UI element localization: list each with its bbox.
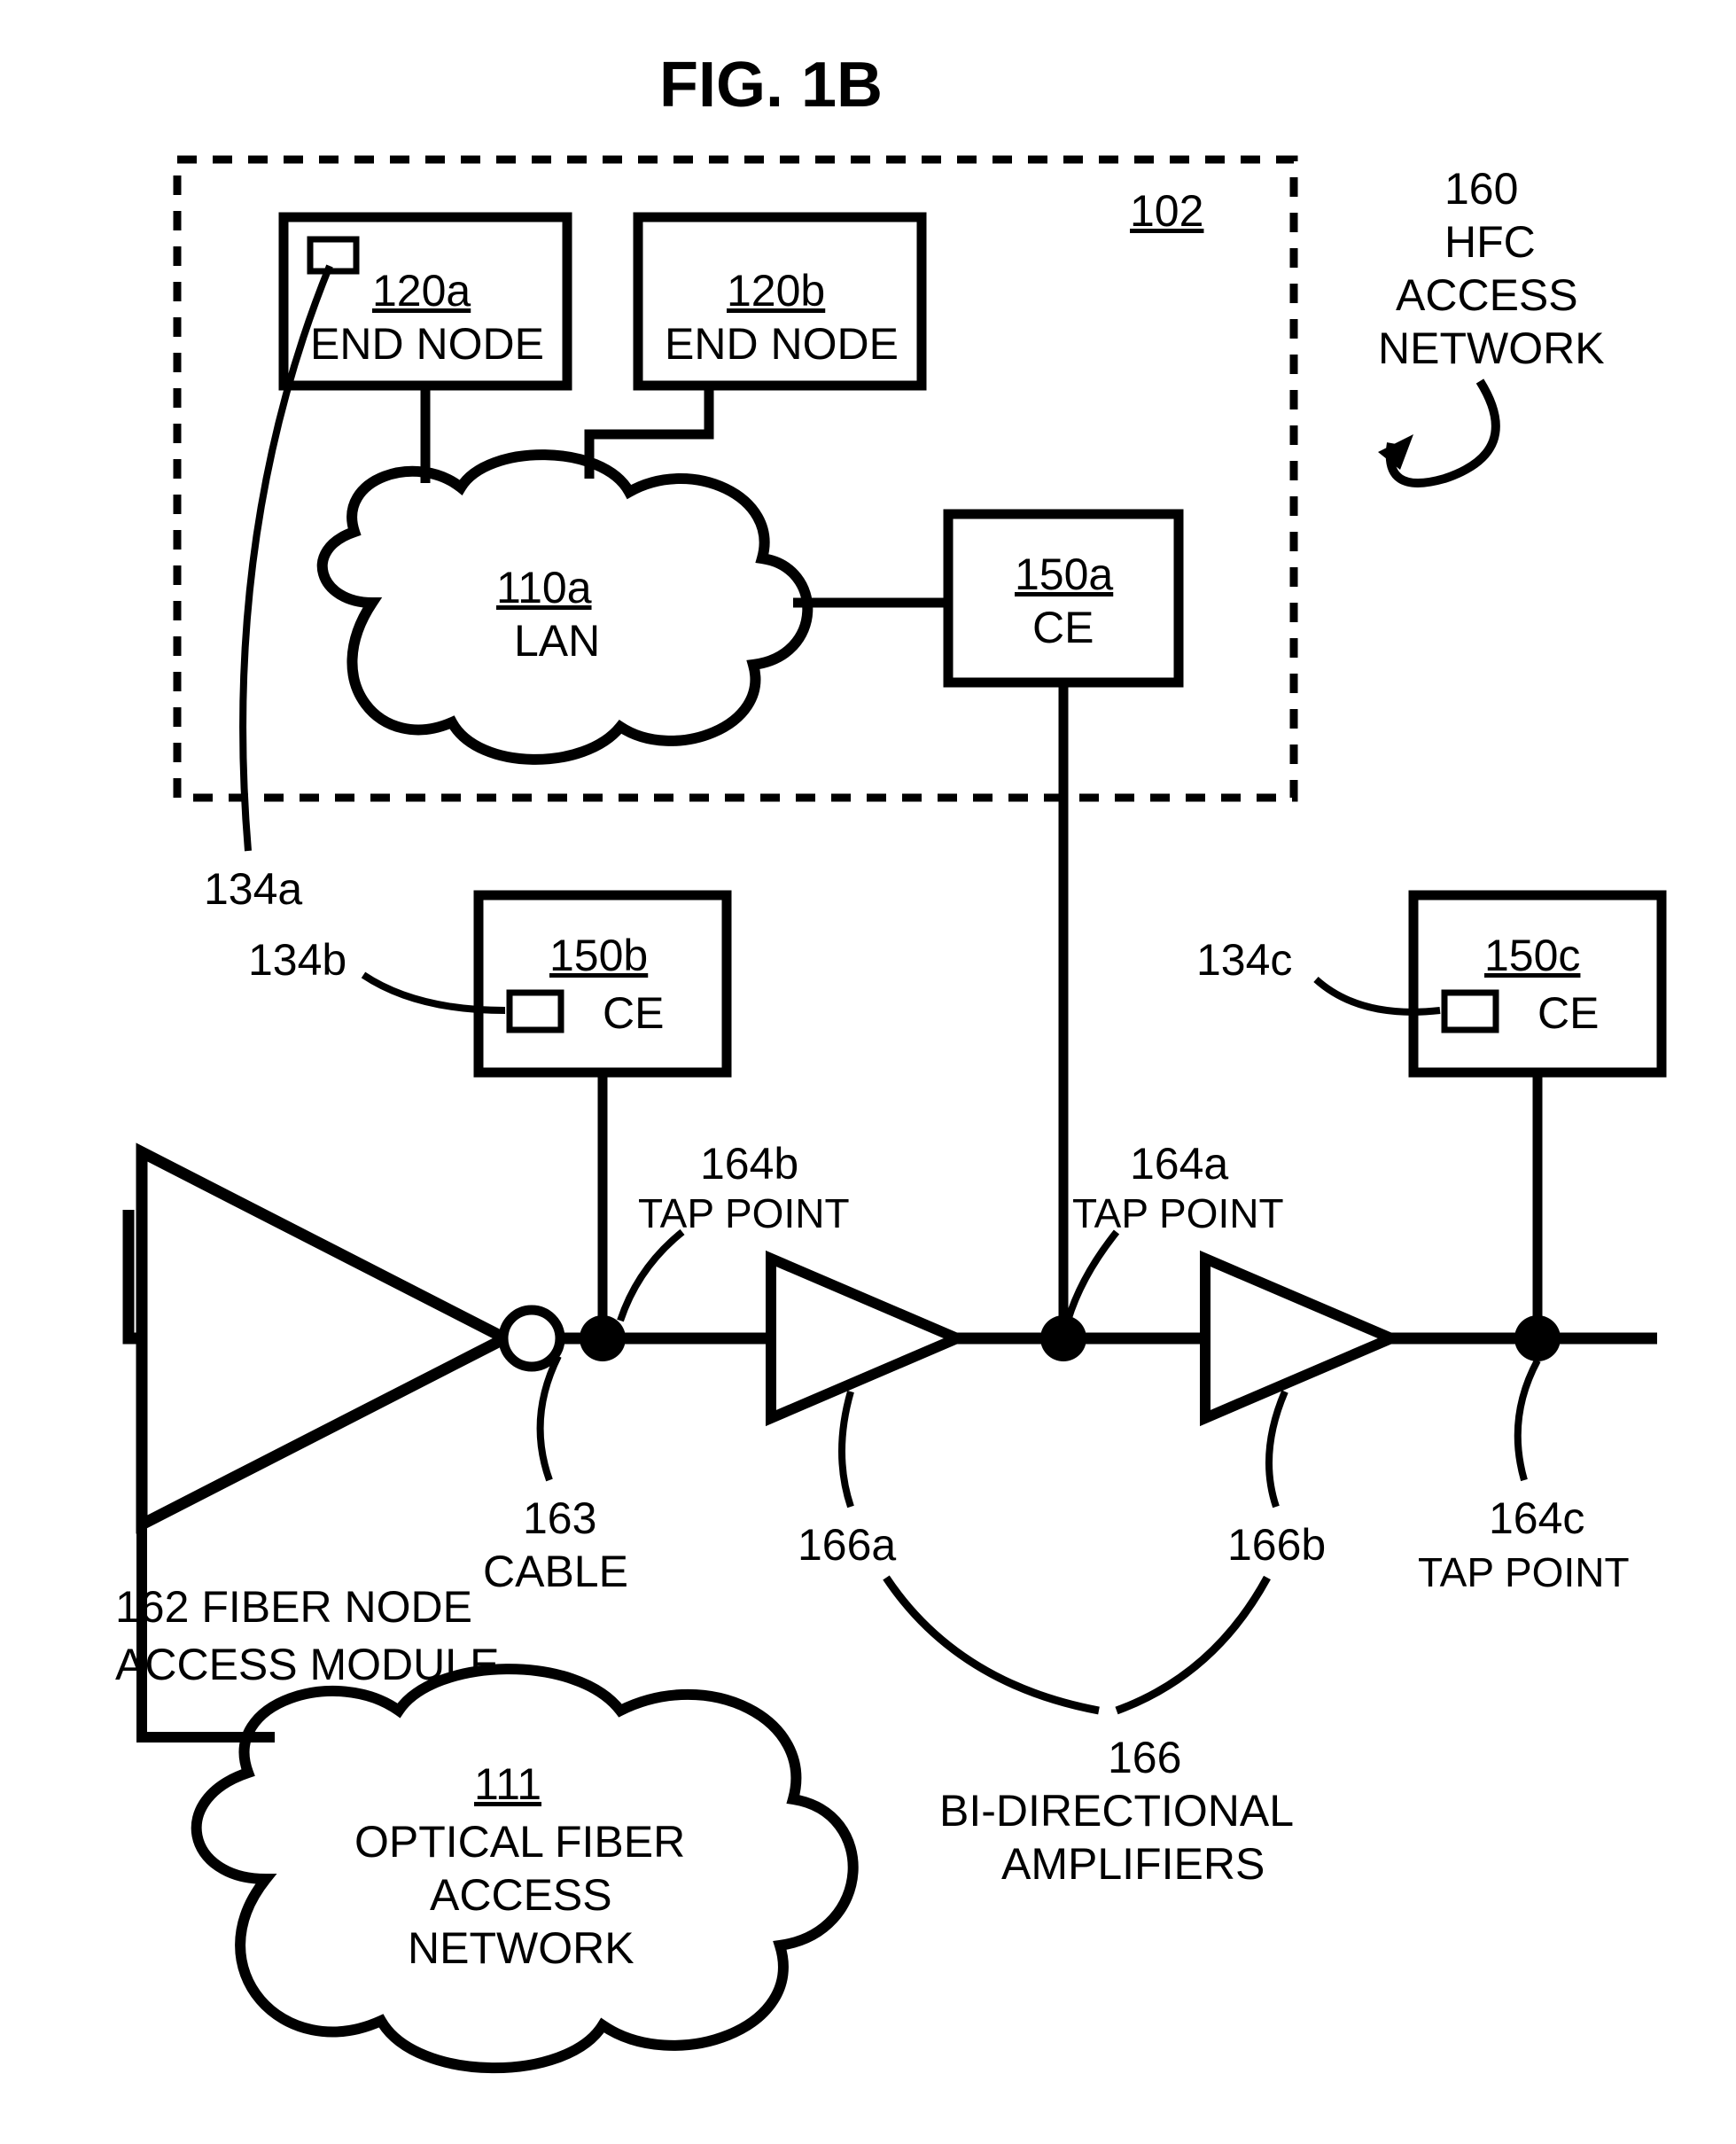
svg-text:AMPLIFIERS: AMPLIFIERS (1001, 1839, 1265, 1889)
svg-text:150c: 150c (1484, 931, 1580, 980)
fiber-node-label: 162 FIBER NODE ACCESS MODULE (115, 1582, 499, 1689)
svg-text:110a: 110a (496, 563, 592, 612)
svg-text:150b: 150b (549, 931, 648, 980)
svg-text:166b: 166b (1227, 1520, 1326, 1570)
fiber-node-output-circle (503, 1310, 560, 1367)
svg-text:END NODE: END NODE (310, 319, 544, 369)
svg-text:NETWORK: NETWORK (1378, 324, 1605, 373)
small-box-134a (310, 239, 356, 271)
tap-c-label: 164c TAP POINT (1418, 1360, 1630, 1595)
ce-c: 150c CE (1413, 895, 1662, 1072)
svg-text:ACCESS: ACCESS (430, 1870, 612, 1920)
svg-text:150a: 150a (1015, 550, 1113, 599)
svg-text:BI-DIRECTIONAL: BI-DIRECTIONAL (939, 1786, 1294, 1836)
cable-label: 163 CABLE (483, 1356, 628, 1596)
svg-text:HFC: HFC (1444, 217, 1536, 267)
svg-text:CE: CE (603, 988, 664, 1038)
leader-134c: 134c (1196, 935, 1440, 1012)
small-box-134b (510, 993, 561, 1030)
svg-text:OPTICAL FIBER: OPTICAL FIBER (354, 1817, 685, 1867)
svg-text:END NODE: END NODE (665, 319, 899, 369)
amp-a-triangle (771, 1259, 957, 1418)
svg-text:164b: 164b (700, 1139, 798, 1189)
leader-134b: 134b (248, 935, 505, 1010)
svg-text:CE: CE (1032, 603, 1094, 652)
svg-text:TAP POINT: TAP POINT (1418, 1549, 1630, 1595)
amp-b-label: 166b (1227, 1392, 1326, 1570)
small-box-134c (1444, 993, 1496, 1030)
figure-diagram: FIG. 1B 160 HFC ACCESS NETWORK 102 120a … (0, 0, 1736, 2144)
end-node-b: 120b END NODE (638, 217, 922, 386)
svg-text:CE: CE (1537, 988, 1599, 1038)
svg-text:120a: 120a (372, 266, 471, 316)
ref-102: 102 (1130, 186, 1203, 236)
svg-text:NETWORK: NETWORK (408, 1923, 634, 1973)
tap-point-c-dot (1514, 1315, 1561, 1361)
hfc-label: 160 HFC ACCESS NETWORK (1378, 164, 1605, 483)
svg-text:134a: 134a (204, 864, 302, 914)
svg-text:164c: 164c (1489, 1493, 1584, 1543)
tap-point-a-dot (1040, 1315, 1086, 1361)
amps-label: 166 BI-DIRECTIONAL AMPLIFIERS (886, 1578, 1294, 1889)
svg-text:166a: 166a (798, 1520, 896, 1570)
ce-b: 150b CE (479, 895, 727, 1072)
amp-a-label: 166a (798, 1392, 896, 1570)
svg-text:162 FIBER NODE: 162 FIBER NODE (115, 1582, 472, 1632)
tap-point-b-dot (580, 1315, 626, 1361)
svg-text:CABLE: CABLE (483, 1547, 628, 1596)
lan-cloud: 110a LAN (323, 455, 808, 760)
fiber-node-triangle (142, 1152, 505, 1524)
svg-text:164a: 164a (1130, 1139, 1228, 1189)
svg-text:134c: 134c (1196, 935, 1292, 985)
svg-text:163: 163 (523, 1493, 596, 1543)
figure-title: FIG. 1B (659, 50, 883, 121)
amp-b-triangle (1205, 1259, 1391, 1418)
end-node-a: 120a END NODE (284, 217, 567, 386)
svg-text:160: 160 (1444, 164, 1518, 214)
svg-text:LAN: LAN (514, 616, 600, 666)
optical-cloud: 111 OPTICAL FIBER ACCESS NETWORK (197, 1669, 853, 2068)
ce-a: 150a CE (948, 514, 1179, 682)
svg-text:120b: 120b (727, 266, 825, 316)
svg-text:134b: 134b (248, 935, 346, 985)
svg-text:ACCESS: ACCESS (1396, 270, 1578, 320)
svg-text:166: 166 (1108, 1733, 1181, 1782)
svg-text:TAP POINT: TAP POINT (1072, 1190, 1284, 1236)
svg-text:111: 111 (474, 1759, 541, 1809)
svg-text:TAP POINT: TAP POINT (638, 1190, 850, 1236)
